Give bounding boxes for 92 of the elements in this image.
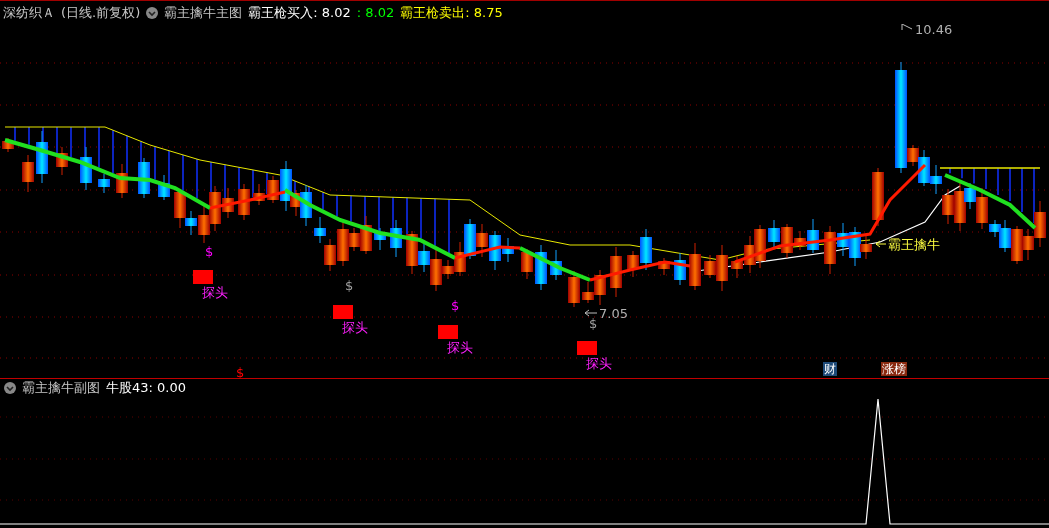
band-line (70, 126, 72, 159)
candle (36, 130, 48, 184)
candle (754, 224, 766, 269)
band-line (252, 169, 254, 199)
probe-marker (577, 341, 597, 355)
band-line (112, 129, 114, 174)
probe-marker (333, 305, 353, 319)
dollar-mark: $ (205, 244, 214, 259)
band-line (949, 167, 951, 174)
candle (390, 219, 402, 258)
high-price-label: 10.46 (915, 24, 953, 37)
sub-indicator-name: 霸主擒牛副图 (22, 378, 100, 397)
candle (1011, 225, 1023, 265)
candle (464, 218, 476, 260)
band-line (364, 195, 366, 227)
candle (476, 223, 488, 258)
candle (98, 173, 110, 194)
arrow-icon (584, 309, 598, 317)
band-line (378, 196, 380, 232)
dropdown-icon[interactable] (4, 381, 16, 394)
band-line (168, 149, 170, 185)
candle (22, 154, 34, 193)
probe-marker (438, 325, 458, 339)
band-line (182, 154, 184, 192)
candle (610, 246, 622, 298)
band-line (98, 126, 100, 169)
dollar-mark: $ (451, 298, 460, 313)
dollar-mark: $ (589, 316, 598, 331)
candle (374, 227, 386, 251)
dropdown-icon[interactable] (146, 6, 159, 19)
candle (837, 222, 849, 257)
period-label: (日线.前复权) (61, 3, 141, 22)
candle (872, 167, 884, 227)
band-line (997, 167, 999, 196)
candle (824, 225, 836, 275)
dollar-mark: $ (236, 365, 245, 378)
probe-label: 探头 (202, 285, 228, 300)
band-line (973, 167, 975, 185)
candle (521, 248, 533, 280)
band-line (350, 195, 352, 223)
probe-label: 探头 (586, 356, 612, 371)
band-line (406, 197, 408, 237)
candle (116, 163, 128, 199)
band-line (154, 145, 156, 181)
candle (674, 252, 686, 286)
event-badge[interactable]: 财 (823, 362, 837, 376)
candle (253, 183, 265, 206)
band-line (420, 197, 422, 240)
band-line (985, 167, 987, 190)
candle (689, 242, 701, 291)
band-line (434, 198, 436, 247)
indicator-reading: 霸王枪买入: 8.02 (248, 3, 351, 22)
candle (56, 146, 68, 176)
indicator-name: 霸主擒牛主图 (164, 3, 243, 22)
candle (238, 183, 250, 221)
probe-label: 探头 (447, 340, 473, 355)
candle (768, 219, 780, 249)
probe-marker (193, 270, 213, 284)
band-line (266, 171, 268, 195)
band-line (56, 126, 58, 154)
high-marker-icon (901, 24, 913, 31)
band-line (1033, 167, 1035, 224)
probe-label: 探头 (342, 320, 368, 335)
band-line (336, 194, 338, 218)
candle (550, 249, 562, 281)
band-line (322, 191, 324, 211)
stock-name: 深纺织Ａ (3, 3, 55, 22)
indicator-reading: : 8.02 (356, 5, 395, 20)
candle (314, 216, 326, 244)
band-line (1009, 167, 1011, 202)
indicator-reading: 霸王枪卖出: 8.75 (400, 3, 503, 22)
band-line (448, 198, 450, 254)
arrow-icon (875, 240, 887, 248)
candle (930, 164, 942, 195)
signal-label: 霸王擒牛 (888, 237, 940, 252)
candle (535, 244, 547, 291)
band-line (961, 167, 963, 180)
candle (568, 270, 580, 308)
band-line (196, 158, 198, 200)
low-price-label: 7.05 (599, 306, 628, 321)
sub-indicator-reading: 牛股43: 0.00 (106, 378, 186, 397)
candle (2, 137, 14, 153)
event-badge[interactable]: 涨榜 (881, 362, 907, 376)
candle (658, 257, 670, 276)
candle (80, 146, 92, 191)
band-line (28, 126, 30, 146)
dollar-mark: $ (345, 278, 354, 293)
candle (942, 188, 954, 225)
band-line (14, 126, 16, 142)
band-line (294, 180, 296, 195)
band-line (1021, 167, 1023, 213)
candle (158, 174, 170, 201)
